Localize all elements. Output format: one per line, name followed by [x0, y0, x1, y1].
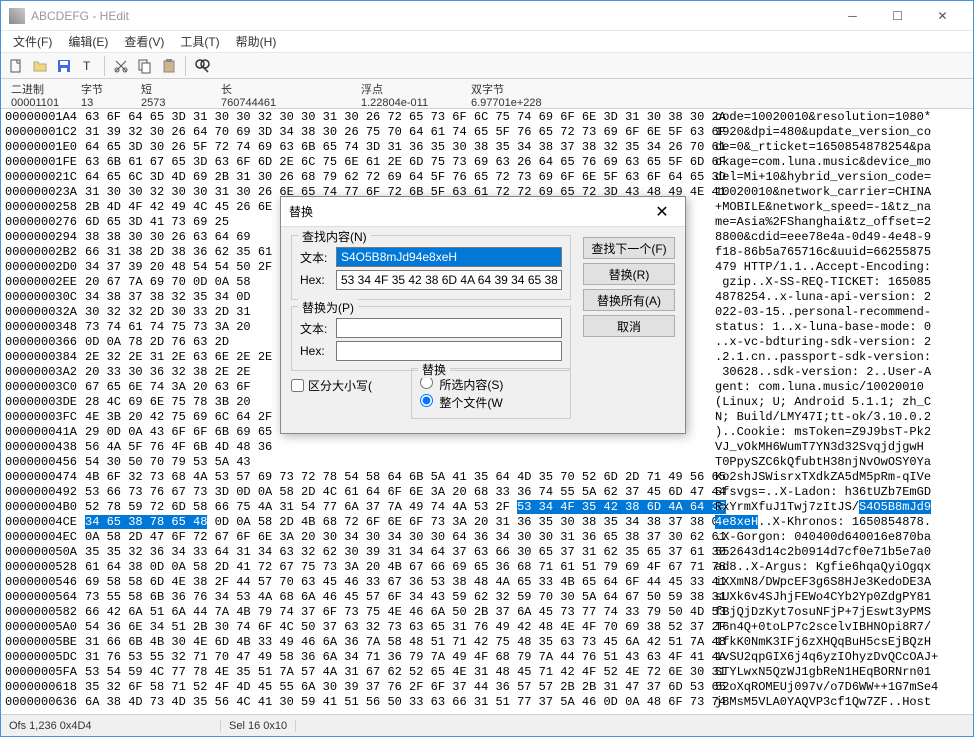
replace-text-label: 文本:: [300, 320, 336, 337]
long-value: 760744461: [221, 97, 341, 109]
cut-icon[interactable]: [110, 55, 132, 77]
minimize-button[interactable]: ─: [830, 2, 875, 30]
copy-icon[interactable]: [134, 55, 156, 77]
close-button[interactable]: ✕: [920, 2, 965, 30]
toolbar-separator: [185, 56, 186, 76]
binary-label: 二进制: [11, 81, 61, 97]
menu-edit[interactable]: 编辑(E): [60, 31, 116, 52]
replace-dialog: 替换 ✕ 查找内容(N) 文本: Hex: 替换为(P) 文本: Hex:: [280, 196, 686, 434]
short-value: 2573: [141, 97, 201, 109]
binary-value: 00001101: [11, 97, 61, 109]
hex-row[interactable]: 000000043856 4A 5F 76 4F 6B 4D 48 36VJ_v…: [5, 440, 969, 455]
find-text-input[interactable]: [336, 247, 562, 267]
paste-icon[interactable]: [158, 55, 180, 77]
hex-row[interactable]: 00000005A054 36 6E 34 51 2B 30 74 6F 4C …: [5, 620, 969, 635]
cancel-button[interactable]: 取消: [583, 315, 675, 337]
window-title: ABCDEFG - HEdit: [31, 9, 830, 23]
replace-text-input[interactable]: [336, 318, 562, 338]
scope-selection-radio[interactable]: 所选内容(S): [420, 376, 562, 393]
case-label: 区分大小写(: [308, 377, 372, 394]
hex-row[interactable]: 000000050A35 35 32 36 34 33 64 31 34 63 …: [5, 545, 969, 560]
case-checkbox[interactable]: [291, 379, 304, 392]
byte-label: 字节: [81, 81, 121, 97]
short-label: 短: [141, 81, 201, 97]
dialog-title: 替换: [289, 203, 647, 220]
hex-row[interactable]: 00000001E064 65 3D 30 26 5F 72 74 69 63 …: [5, 140, 969, 155]
status-bar: Ofs 1,236 0x4D4 Sel 16 0x10: [1, 714, 973, 736]
window-buttons: ─ ☐ ✕: [830, 2, 965, 30]
hex-row[interactable]: 00000006366A 38 4D 73 4D 35 56 4C 41 30 …: [5, 695, 969, 710]
menu-view[interactable]: 查看(V): [116, 31, 172, 52]
menubar: 文件(F) 编辑(E) 查看(V) 工具(T) 帮助(H): [1, 31, 973, 53]
new-file-icon[interactable]: [5, 55, 27, 77]
hex-row[interactable]: 00000004EC0A 58 2D 47 6F 72 67 6F 6E 3A …: [5, 530, 969, 545]
dialog-titlebar: 替换 ✕: [281, 197, 685, 227]
hex-row[interactable]: 000000049253 66 73 76 67 73 3D 0D 0A 58 …: [5, 485, 969, 500]
toolbar: T: [1, 53, 973, 79]
save-file-icon[interactable]: [53, 55, 75, 77]
hex-row[interactable]: 000000052861 64 38 0D 0A 58 2D 41 72 67 …: [5, 560, 969, 575]
hex-row[interactable]: 000000021C64 65 6C 3D 4D 69 2B 31 30 26 …: [5, 170, 969, 185]
hex-row[interactable]: 000000054669 58 58 6D 4E 38 2F 44 57 70 …: [5, 575, 969, 590]
hex-row[interactable]: 000000056473 55 58 6B 36 76 34 53 4A 68 …: [5, 590, 969, 605]
hex-row[interactable]: 00000005FA53 54 59 4C 77 78 4E 35 51 7A …: [5, 665, 969, 680]
toolbar-separator: [104, 56, 105, 76]
double-label: 双字节: [471, 81, 542, 97]
titlebar: ABCDEFG - HEdit ─ ☐ ✕: [1, 1, 973, 31]
replace-group-label: 替换为(P): [298, 299, 358, 316]
byte-value: 13: [81, 97, 121, 109]
info-bar: 二进制00001101 字节13 短2573 长760744461 浮点1.22…: [1, 79, 973, 109]
hex-row[interactable]: 00000004CE34 65 38 78 65 48 0D 0A 58 2D …: [5, 515, 969, 530]
float-value: 1.22804e-011: [361, 97, 451, 109]
float-label: 浮点: [361, 81, 451, 97]
find-text-label: 文本:: [300, 249, 336, 266]
hex-row[interactable]: 00000001FE63 6B 61 67 65 3D 63 6F 6D 2E …: [5, 155, 969, 170]
menu-help[interactable]: 帮助(H): [228, 31, 285, 52]
scope-wholefile-radio[interactable]: 整个文件(W: [420, 394, 562, 411]
hex-row[interactable]: 000000045654 30 50 70 79 53 5A 43 T0PpyS…: [5, 455, 969, 470]
dialog-close-icon[interactable]: ✕: [647, 202, 677, 222]
hex-row[interactable]: 00000001A463 6F 64 65 3D 31 30 30 32 30 …: [5, 110, 969, 125]
menu-file[interactable]: 文件(F): [5, 31, 60, 52]
find-hex-input[interactable]: [336, 270, 562, 290]
hex-row[interactable]: 00000005BE31 66 6B 4B 30 4E 6D 4B 33 49 …: [5, 635, 969, 650]
find-icon[interactable]: [191, 55, 213, 77]
double-value: 6.97701e+228: [471, 97, 542, 109]
replace-hex-label: Hex:: [300, 344, 336, 358]
find-hex-label: Hex:: [300, 273, 336, 287]
svg-text:T: T: [83, 59, 91, 73]
replace-hex-input[interactable]: [336, 341, 562, 361]
maximize-button[interactable]: ☐: [875, 2, 920, 30]
hex-row[interactable]: 00000004B052 78 59 72 6D 58 66 75 4A 31 …: [5, 500, 969, 515]
status-offset: Ofs 1,236 0x4D4: [1, 720, 221, 732]
scope-group-label: 替换: [418, 361, 450, 378]
find-group-label: 查找内容(N): [298, 228, 371, 245]
replace-button[interactable]: 替换(R): [583, 263, 675, 285]
hex-row[interactable]: 000000058266 42 6A 51 6A 44 7A 4B 79 74 …: [5, 605, 969, 620]
app-icon: [9, 8, 25, 24]
find-next-button[interactable]: 查找下一个(F): [583, 237, 675, 259]
hex-row[interactable]: 00000005DC31 76 53 55 32 71 70 47 49 58 …: [5, 650, 969, 665]
hex-row[interactable]: 00000001C231 39 32 30 26 64 70 69 3D 34 …: [5, 125, 969, 140]
open-file-icon[interactable]: [29, 55, 51, 77]
replace-all-button[interactable]: 替换所有(A): [583, 289, 675, 311]
hex-row[interactable]: 00000004744B 6F 32 73 68 4A 53 57 69 73 …: [5, 470, 969, 485]
hex-row[interactable]: 000000061835 32 6F 58 71 52 4F 4D 45 55 …: [5, 680, 969, 695]
status-selection: Sel 16 0x10: [221, 720, 296, 732]
menu-tool[interactable]: 工具(T): [172, 31, 227, 52]
long-label: 长: [221, 81, 341, 97]
text-tool-icon[interactable]: T: [77, 55, 99, 77]
